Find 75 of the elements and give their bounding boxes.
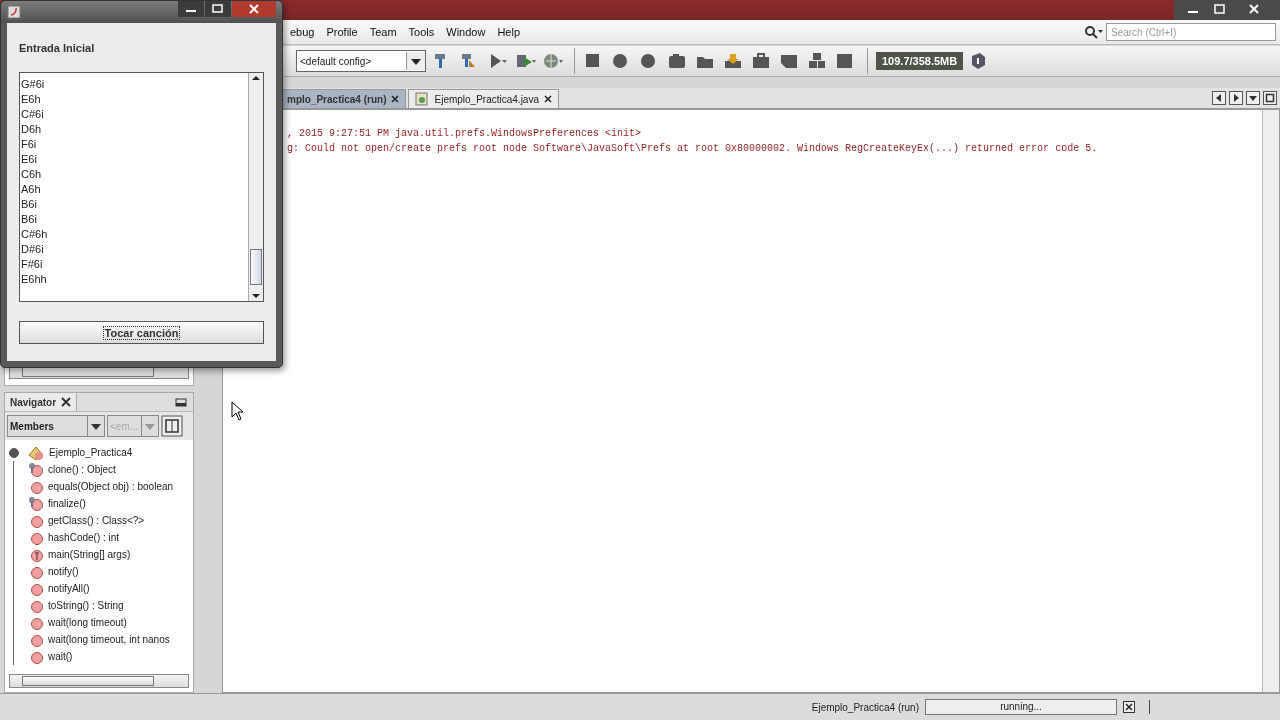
list-item[interactable]: E6hh xyxy=(20,272,248,287)
list-item[interactable]: G#6i xyxy=(20,77,248,92)
menu-item[interactable]: Team xyxy=(369,26,397,38)
scroll-left-icon[interactable] xyxy=(1212,91,1226,105)
class-icon xyxy=(27,444,45,461)
tree-item[interactable]: finalize() xyxy=(48,498,86,509)
tree-item[interactable]: Ejemplo_Practica4 xyxy=(49,447,133,458)
output-tab[interactable]: Ejemplo_Practica4.java xyxy=(408,89,559,108)
close-icon[interactable] xyxy=(544,95,552,103)
tree-item[interactable]: notifyAll() xyxy=(48,583,90,594)
minimize-icon[interactable] xyxy=(178,1,204,17)
status-task: Ejemplo_Practica4 (run) xyxy=(811,701,919,713)
menu-item[interactable]: ebug xyxy=(290,26,315,38)
tree-item[interactable]: notify() xyxy=(48,566,79,577)
list-item[interactable]: D6h xyxy=(20,122,248,137)
dialog-heading: Entrada Inicial xyxy=(19,42,96,54)
tree-item[interactable]: equals(Object obj) : boolean xyxy=(48,481,174,492)
close-icon[interactable] xyxy=(232,1,276,17)
list-item[interactable]: D#6i xyxy=(20,242,248,257)
columns-icon[interactable] xyxy=(161,415,183,437)
tree-item[interactable]: hashCode() : int xyxy=(48,532,120,543)
list-item[interactable]: B6i xyxy=(20,212,248,227)
scroll-up-icon[interactable] xyxy=(250,73,262,83)
list-item[interactable]: F6i xyxy=(20,137,248,152)
minimize-icon[interactable] xyxy=(175,397,187,407)
menu-item[interactable]: Help xyxy=(497,26,520,38)
cursor-icon xyxy=(231,401,245,421)
play-song-button[interactable]: Tocar canción xyxy=(19,321,264,344)
list-item[interactable]: A6h xyxy=(20,182,248,197)
tree-toggle-icon[interactable] xyxy=(9,447,19,458)
dropdown-arrow-icon xyxy=(87,416,104,436)
list-item[interactable]: C#6h xyxy=(20,227,248,242)
close-icon[interactable] xyxy=(61,397,72,407)
output-line: , 2015 9:27:51 PM java.util.prefs.WindowsPreferences <init> xyxy=(287,128,643,141)
menu-item[interactable]: Tools xyxy=(408,26,435,38)
app-icon xyxy=(7,5,21,19)
scrollbar-thumb[interactable] xyxy=(22,367,154,377)
scroll-down-icon[interactable] xyxy=(250,291,262,301)
list-item[interactable]: B6i xyxy=(20,197,248,212)
maximize-icon[interactable] xyxy=(1263,91,1277,105)
java-file-icon xyxy=(415,92,430,106)
close-icon[interactable] xyxy=(391,95,400,103)
list-item[interactable]: C#6i xyxy=(20,107,248,122)
tree-item[interactable]: wait(long timeout, int nanos xyxy=(48,634,170,645)
panel-tab[interactable]: Navigator xyxy=(5,393,78,411)
memory-meter[interactable]: 109.7/358.5MB xyxy=(876,52,964,70)
tree-item[interactable]: toString() : String xyxy=(48,600,124,611)
output-tab[interactable]: mplo_Practica4 (run) xyxy=(280,89,407,108)
maximize-icon[interactable] xyxy=(205,1,231,17)
menu-item[interactable]: Profile xyxy=(326,26,358,38)
menu-item[interactable]: Window xyxy=(446,26,486,38)
list-item[interactable]: E6h xyxy=(20,92,248,107)
config-dropdown[interactable]: <default config> xyxy=(296,50,426,72)
cancel-icon[interactable] xyxy=(1123,701,1135,713)
list-item[interactable]: F#6i xyxy=(20,257,248,272)
dropdown-arrow-icon xyxy=(141,416,158,436)
vertical-scrollbar[interactable] xyxy=(248,73,263,301)
vertical-scrollbar[interactable] xyxy=(1262,110,1279,692)
scroll-right-icon[interactable] xyxy=(1229,91,1243,105)
globe-icon[interactable] xyxy=(543,52,565,70)
members-dropdown[interactable]: Members xyxy=(7,415,105,437)
horizontal-scrollbar[interactable] xyxy=(9,674,189,688)
tree-item[interactable]: main(String[] args) xyxy=(48,549,131,560)
search-icon xyxy=(1084,25,1104,39)
tree-item[interactable]: wait(long timeout) xyxy=(48,617,127,628)
tree-item[interactable]: wait() xyxy=(48,651,73,662)
scrollbar-thumb[interactable] xyxy=(22,676,154,686)
list-item[interactable]: E6i xyxy=(20,152,248,167)
list-item[interactable]: C6h xyxy=(20,167,248,182)
tree-item[interactable]: clone() : Object xyxy=(48,464,116,475)
scrollbar-thumb[interactable] xyxy=(250,249,262,285)
search-field[interactable]: Search (Ctrl+I) xyxy=(1106,23,1276,41)
output-line: g: Could not open/create prefs root node Software\JavaSoft\Prefs at root 0x80000002. Windows RegCreateKeyEx(...) returned error code 5. xyxy=(287,143,1099,156)
debug-run-icon[interactable] xyxy=(515,52,537,70)
tree-item[interactable]: getClass() : Class<?> xyxy=(48,515,145,526)
